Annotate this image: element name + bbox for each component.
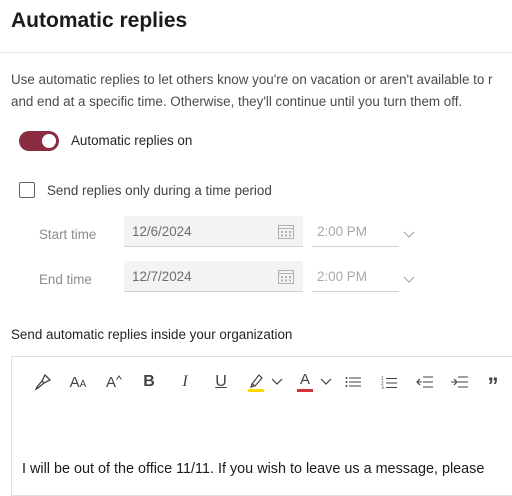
toggle-knob [42, 134, 56, 148]
chevron-down-icon[interactable] [319, 370, 333, 394]
end-time-label: End time [39, 272, 92, 287]
grow-font-icon[interactable]: A [103, 370, 125, 394]
start-date-value: 12/6/2024 [132, 224, 192, 239]
description: Use automatic replies to let others know… [11, 69, 512, 113]
quote-icon[interactable]: ” [486, 373, 500, 398]
inside-organization-label: Send automatic replies inside your organ… [11, 327, 293, 342]
chevron-down-icon[interactable] [270, 370, 284, 394]
font-color-icon[interactable]: A [296, 370, 314, 394]
end-date-value: 12/7/2024 [132, 269, 192, 284]
description-line-2: and end at a specific time. Otherwise, t… [11, 94, 463, 109]
start-time-value: 2:00 PM [317, 224, 367, 239]
calendar-icon[interactable] [278, 224, 294, 244]
message-body-text[interactable]: I will be out of the office 11/11. If yo… [22, 461, 484, 477]
automatic-replies-toggle[interactable] [19, 131, 59, 151]
increase-indent-icon[interactable] [450, 370, 468, 394]
end-time-dropdown[interactable]: 2:00 PM [312, 261, 415, 292]
highlight-icon[interactable] [246, 370, 266, 394]
bullets-icon[interactable] [344, 370, 362, 394]
start-time-dropdown[interactable]: 2:00 PM [312, 216, 415, 247]
bold-button[interactable]: B [139, 370, 159, 394]
header-divider [0, 52, 512, 53]
svg-text:3: 3 [381, 385, 384, 389]
font-size-icon[interactable]: AA [67, 370, 89, 394]
end-date-field[interactable]: 12/7/2024 [124, 261, 303, 292]
page-title: Automatic replies [11, 9, 188, 32]
decrease-indent-icon[interactable] [415, 370, 433, 394]
start-date-field[interactable]: 12/6/2024 [124, 216, 303, 247]
automatic-replies-toggle-label: Automatic replies on [71, 133, 193, 148]
underline-button[interactable]: U [210, 370, 232, 394]
time-period-checkbox[interactable] [19, 182, 35, 198]
start-time-label: Start time [39, 227, 97, 242]
format-painter-icon[interactable] [32, 370, 54, 394]
numbering-icon[interactable]: 123 [380, 370, 398, 394]
chevron-down-icon[interactable] [403, 271, 415, 289]
end-time-value: 2:00 PM [317, 269, 367, 284]
description-line-1: Use automatic replies to let others know… [11, 72, 493, 87]
time-period-checkbox-label: Send replies only during a time period [47, 183, 272, 198]
chevron-down-icon[interactable] [403, 226, 415, 244]
italic-button[interactable]: I [175, 370, 195, 394]
calendar-icon[interactable] [278, 269, 294, 289]
